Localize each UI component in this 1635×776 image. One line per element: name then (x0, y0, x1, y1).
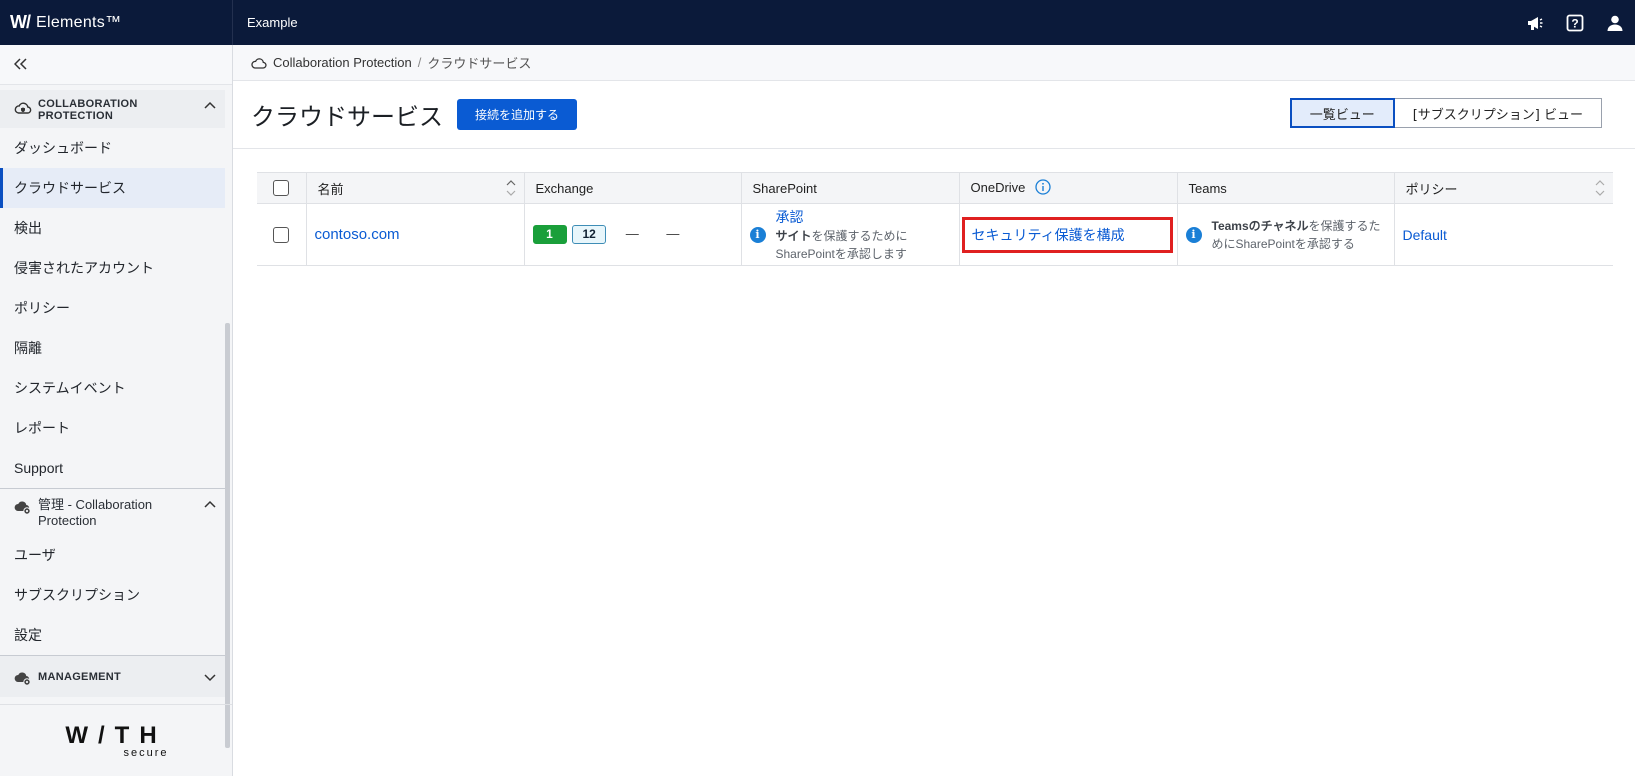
cloud-gear-icon (14, 669, 32, 687)
sidebar-nav: COLLABORATION PROTECTION ダッシュボード クラウドサービ… (0, 90, 225, 745)
section-management[interactable]: MANAGEMENT (0, 656, 225, 697)
mailbox-count-badge[interactable]: 12 (572, 225, 607, 244)
chevron-up-icon[interactable] (203, 98, 217, 112)
sidebar-item-reports[interactable]: レポート (0, 408, 225, 448)
header-label: ポリシー (1405, 181, 1458, 197)
name-cell: contoso.com (306, 203, 525, 266)
row-select-cell (257, 203, 307, 266)
add-connection-button[interactable]: 接続を追加する (457, 99, 578, 130)
sidebar-item-users[interactable]: ユーザ (0, 535, 225, 575)
select-all-checkbox[interactable] (273, 180, 289, 197)
exchange-cell: 1 12 — — (524, 203, 742, 266)
cloud-icon (251, 56, 267, 70)
empty-value: — (666, 226, 680, 241)
row-checkbox[interactable] (273, 226, 289, 243)
highlighted-configure-security: セキュリティ保護を構成 (961, 216, 1173, 253)
header-onedrive: OneDrive (959, 172, 1178, 204)
withsecure-footer-logo: W/TH secure (0, 704, 232, 776)
text-bold: Teamsのチャネル (1211, 218, 1309, 233)
protected-count-badge[interactable]: 1 (532, 225, 567, 244)
sidebar-item-settings[interactable]: 設定 (0, 615, 225, 655)
configure-security-link[interactable]: セキュリティ保護を構成 (972, 225, 1125, 245)
approve-sharepoint-link[interactable]: 承認 (776, 209, 804, 225)
help-icon[interactable]: ? (1565, 13, 1585, 33)
page-title: クラウドサービス (251, 103, 443, 131)
section-title: 管理 - Collaboration Protection (38, 497, 153, 528)
section-title: MANAGEMENT (38, 671, 122, 683)
sidebar-item-cloud-services[interactable]: クラウドサービス (0, 168, 225, 208)
policy-cell: Default (1394, 203, 1613, 266)
collapse-sidebar-button[interactable] (0, 45, 232, 85)
section-collaboration-protection[interactable]: COLLABORATION PROTECTION (0, 90, 225, 128)
text: を保護するために (811, 228, 908, 243)
teams-description: Teamsのチャネルを保護するためにSharePointを承認する (1212, 217, 1381, 253)
withsecure-logo-icon: W/ (10, 12, 31, 32)
breadcrumb: Collaboration Protection / クラウドサービス (233, 45, 1635, 81)
section-title: COLLABORATION PROTECTION (38, 98, 138, 122)
header-select-all (257, 172, 307, 204)
user-icon[interactable] (1605, 13, 1625, 33)
subscription-view-button[interactable]: [サブスクリプション] ビュー (1394, 98, 1602, 128)
section-admin-collaboration[interactable]: 管理 - Collaboration Protection (0, 489, 225, 535)
chevron-up-icon[interactable] (203, 497, 217, 511)
svg-text:?: ? (1571, 16, 1578, 30)
onedrive-cell: セキュリティ保護を構成 (959, 203, 1178, 266)
top-icons: ? (1525, 0, 1625, 45)
sidebar-item-policies[interactable]: ポリシー (0, 288, 225, 328)
sidebar-item-system-events[interactable]: システムイベント (0, 368, 225, 408)
sort-icon[interactable] (1595, 179, 1605, 197)
text: を保護するた (1308, 218, 1381, 233)
table-header-row: 名前 Exchange SharePoint OneDrive Teams ポリ… (257, 172, 1613, 204)
breadcrumb-current: クラウドサービス (427, 56, 532, 71)
view-toggle: 一覧ビュー [サブスクリプション] ビュー (1289, 98, 1602, 128)
top-bar: W/ Elements™ Example ? (0, 0, 1635, 45)
sidebar-item-detections[interactable]: 検出 (0, 208, 225, 248)
sidebar-item-support[interactable]: Support (0, 448, 225, 488)
sort-icon[interactable] (506, 179, 516, 197)
sidebar-item-dashboard[interactable]: ダッシュボード (0, 128, 225, 168)
sharepoint-description: サイトを保護するために SharePointを承認します (776, 227, 908, 263)
brand[interactable]: W/ Elements™ (0, 0, 233, 45)
info-icon: i (749, 226, 766, 243)
empty-value: — (625, 226, 639, 241)
sidebar-item-subscriptions[interactable]: サブスクリプション (0, 575, 225, 615)
chevron-down-icon[interactable] (203, 669, 217, 683)
cloud-gear-icon (14, 498, 32, 516)
megaphone-icon[interactable] (1525, 13, 1545, 33)
policy-link[interactable]: Default (1403, 227, 1447, 243)
cloud-shield-icon (14, 99, 32, 117)
sidebar-scrollbar[interactable] (225, 323, 230, 748)
header-label: OneDrive (970, 179, 1026, 195)
text-bold: サイト (775, 228, 812, 243)
header-label: 名前 (317, 181, 344, 197)
text: SharePointを承認します (775, 246, 907, 261)
breadcrumb-root-link[interactable]: Collaboration Protection (273, 55, 412, 70)
withsecure-subtext: secure (123, 747, 169, 759)
header-name[interactable]: 名前 (306, 172, 525, 204)
sidebar: COLLABORATION PROTECTION ダッシュボード クラウドサービ… (0, 45, 233, 776)
page-header: クラウドサービス 接続を追加する 一覧ビュー [サブスクリプション] ビュー (233, 81, 1635, 149)
withsecure-wordmark: W/TH (65, 722, 167, 749)
sidebar-item-compromised-accounts[interactable]: 侵害されたアカウント (0, 248, 225, 288)
tenant-name-link[interactable]: contoso.com (315, 226, 400, 243)
header-exchange: Exchange (524, 172, 742, 204)
header-policy[interactable]: ポリシー (1394, 172, 1613, 204)
cloud-services-table: 名前 Exchange SharePoint OneDrive Teams ポリ… (257, 172, 1613, 266)
header-teams: Teams (1177, 172, 1395, 204)
sharepoint-cell: i 承認 サイトを保護するために SharePointを承認します (741, 203, 960, 266)
organization-name: Example (247, 15, 298, 30)
double-chevron-left-icon (13, 55, 28, 74)
main-content: Collaboration Protection / クラウドサービス クラウド… (233, 45, 1635, 776)
header-sharepoint: SharePoint (741, 172, 960, 204)
breadcrumb-separator: / (417, 55, 422, 70)
sidebar-item-quarantine[interactable]: 隔離 (0, 328, 225, 368)
info-icon: i (1185, 226, 1202, 243)
list-view-button[interactable]: 一覧ビュー (1289, 98, 1395, 128)
table-row: contoso.com 1 12 — — i 承認 サイトを保護するために Sh… (257, 203, 1613, 266)
teams-cell: i Teamsのチャネルを保護するためにSharePointを承認する (1177, 203, 1395, 266)
info-outline-icon[interactable] (1035, 178, 1051, 198)
text: めにSharePointを承認する (1211, 236, 1355, 251)
product-name: Elements™ (36, 13, 122, 31)
